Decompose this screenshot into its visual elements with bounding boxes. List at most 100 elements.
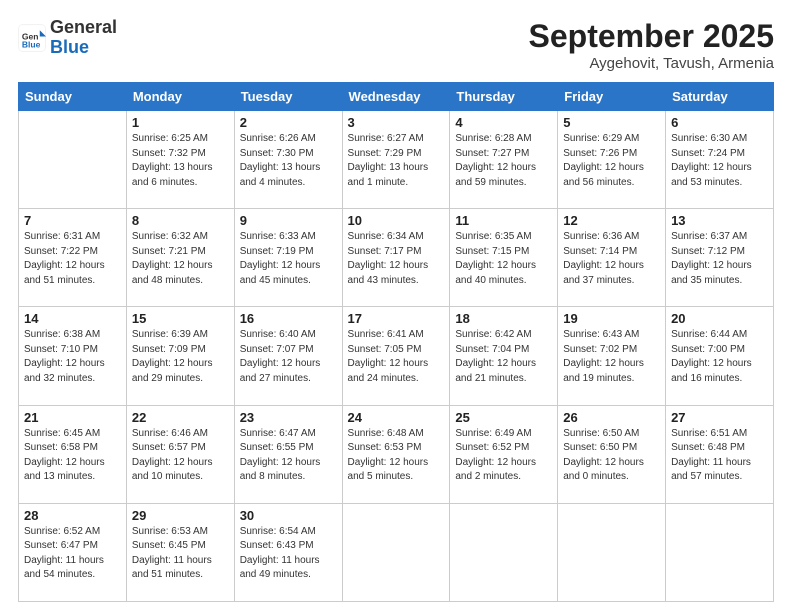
- day-cell: 9 Sunrise: 6:33 AM Sunset: 7:19 PM Daylig…: [234, 209, 342, 307]
- week-row-5: 28 Sunrise: 6:52 AM Sunset: 6:47 PM Dayli…: [19, 503, 774, 601]
- day-info: Sunrise: 6:42 AM Sunset: 7:04 PM Dayligh…: [455, 328, 552, 386]
- day-cell: 17 Sunrise: 6:41 AM Sunset: 7:05 PM Dayli…: [342, 307, 450, 405]
- day-cell: 2 Sunrise: 6:26 AM Sunset: 7:30 PM Daylig…: [234, 111, 342, 209]
- day-cell: [666, 503, 774, 601]
- header-cell-wednesday: Wednesday: [342, 83, 450, 111]
- logo-blue: Blue: [50, 38, 117, 58]
- day-cell: 25 Sunrise: 6:49 AM Sunset: 6:52 PM Dayli…: [450, 405, 558, 503]
- day-number: 3: [348, 115, 445, 130]
- header-cell-saturday: Saturday: [666, 83, 774, 111]
- day-info: Sunrise: 6:33 AM Sunset: 7:19 PM Dayligh…: [240, 230, 337, 288]
- logo-general: General: [50, 18, 117, 38]
- day-cell: 12Sunrise: 6:36 AM Sunset: 7:14 PM Dayli…: [558, 209, 666, 307]
- week-row-1: 1 Sunrise: 6:25 AM Sunset: 7:32 PM Daylig…: [19, 111, 774, 209]
- day-cell: 5 Sunrise: 6:29 AM Sunset: 7:26 PM Daylig…: [558, 111, 666, 209]
- day-info: Sunrise: 6:32 AM Sunset: 7:21 PM Dayligh…: [132, 230, 229, 288]
- day-number: 27: [671, 410, 768, 425]
- day-number: 25: [455, 410, 552, 425]
- day-info: Sunrise: 6:31 AM Sunset: 7:22 PM Dayligh…: [24, 230, 121, 288]
- day-number: 23: [240, 410, 337, 425]
- day-info: Sunrise: 6:40 AM Sunset: 7:07 PM Dayligh…: [240, 328, 337, 386]
- day-info: Sunrise: 6:54 AM Sunset: 6:43 PM Dayligh…: [240, 525, 337, 583]
- day-cell: 4 Sunrise: 6:28 AM Sunset: 7:27 PM Daylig…: [450, 111, 558, 209]
- day-info: Sunrise: 6:52 AM Sunset: 6:47 PM Dayligh…: [24, 525, 121, 583]
- svg-text:Blue: Blue: [22, 39, 41, 49]
- day-number: 28: [24, 508, 121, 523]
- day-cell: 15Sunrise: 6:39 AM Sunset: 7:09 PM Dayli…: [126, 307, 234, 405]
- header-cell-monday: Monday: [126, 83, 234, 111]
- day-cell: 28 Sunrise: 6:52 AM Sunset: 6:47 PM Dayli…: [19, 503, 127, 601]
- day-number: 22: [132, 410, 229, 425]
- day-info: Sunrise: 6:53 AM Sunset: 6:45 PM Dayligh…: [132, 525, 229, 583]
- day-info: Sunrise: 6:47 AM Sunset: 6:55 PM Dayligh…: [240, 427, 337, 485]
- day-info: Sunrise: 6:41 AM Sunset: 7:05 PM Dayligh…: [348, 328, 445, 386]
- day-cell: 16 Sunrise: 6:40 AM Sunset: 7:07 PM Dayli…: [234, 307, 342, 405]
- day-info: Sunrise: 6:25 AM Sunset: 7:32 PM Dayligh…: [132, 132, 229, 190]
- day-info: Sunrise: 6:44 AM Sunset: 7:00 PM Dayligh…: [671, 328, 768, 386]
- day-cell: 20Sunrise: 6:44 AM Sunset: 7:00 PM Dayli…: [666, 307, 774, 405]
- day-cell: [19, 111, 127, 209]
- header-cell-sunday: Sunday: [19, 83, 127, 111]
- day-info: Sunrise: 6:50 AM Sunset: 6:50 PM Dayligh…: [563, 427, 660, 485]
- week-row-4: 21Sunrise: 6:45 AM Sunset: 6:58 PM Dayli…: [19, 405, 774, 503]
- day-cell: 24 Sunrise: 6:48 AM Sunset: 6:53 PM Dayli…: [342, 405, 450, 503]
- day-number: 30: [240, 508, 337, 523]
- day-cell: [558, 503, 666, 601]
- day-number: 9: [240, 213, 337, 228]
- day-cell: 22 Sunrise: 6:46 AM Sunset: 6:57 PM Dayli…: [126, 405, 234, 503]
- logo-icon: Gen Blue: [18, 24, 46, 52]
- day-number: 16: [240, 311, 337, 326]
- header-cell-tuesday: Tuesday: [234, 83, 342, 111]
- calendar-body: 1 Sunrise: 6:25 AM Sunset: 7:32 PM Daylig…: [19, 111, 774, 602]
- day-number: 12: [563, 213, 660, 228]
- day-info: Sunrise: 6:34 AM Sunset: 7:17 PM Dayligh…: [348, 230, 445, 288]
- day-number: 21: [24, 410, 121, 425]
- main-title: September 2025: [529, 18, 774, 55]
- day-number: 24: [348, 410, 445, 425]
- day-info: Sunrise: 6:46 AM Sunset: 6:57 PM Dayligh…: [132, 427, 229, 485]
- day-info: Sunrise: 6:29 AM Sunset: 7:26 PM Dayligh…: [563, 132, 660, 190]
- day-number: 18: [455, 311, 552, 326]
- week-row-2: 7 Sunrise: 6:31 AM Sunset: 7:22 PM Daylig…: [19, 209, 774, 307]
- title-block: September 2025 Aygehovit, Tavush, Armeni…: [529, 18, 774, 72]
- day-cell: 7 Sunrise: 6:31 AM Sunset: 7:22 PM Daylig…: [19, 209, 127, 307]
- day-cell: 11Sunrise: 6:35 AM Sunset: 7:15 PM Dayli…: [450, 209, 558, 307]
- day-cell: 26 Sunrise: 6:50 AM Sunset: 6:50 PM Dayli…: [558, 405, 666, 503]
- day-cell: 29 Sunrise: 6:53 AM Sunset: 6:45 PM Dayli…: [126, 503, 234, 601]
- day-cell: 6 Sunrise: 6:30 AM Sunset: 7:24 PM Daylig…: [666, 111, 774, 209]
- header-cell-thursday: Thursday: [450, 83, 558, 111]
- day-number: 5: [563, 115, 660, 130]
- day-number: 4: [455, 115, 552, 130]
- day-info: Sunrise: 6:49 AM Sunset: 6:52 PM Dayligh…: [455, 427, 552, 485]
- day-info: Sunrise: 6:48 AM Sunset: 6:53 PM Dayligh…: [348, 427, 445, 485]
- day-cell: 21Sunrise: 6:45 AM Sunset: 6:58 PM Dayli…: [19, 405, 127, 503]
- day-info: Sunrise: 6:28 AM Sunset: 7:27 PM Dayligh…: [455, 132, 552, 190]
- header-row: SundayMondayTuesdayWednesdayThursdayFrid…: [19, 83, 774, 111]
- day-cell: 1 Sunrise: 6:25 AM Sunset: 7:32 PM Daylig…: [126, 111, 234, 209]
- day-number: 13: [671, 213, 768, 228]
- day-number: 8: [132, 213, 229, 228]
- day-number: 29: [132, 508, 229, 523]
- day-number: 11: [455, 213, 552, 228]
- calendar-header: SundayMondayTuesdayWednesdayThursdayFrid…: [19, 83, 774, 111]
- day-number: 17: [348, 311, 445, 326]
- day-info: Sunrise: 6:30 AM Sunset: 7:24 PM Dayligh…: [671, 132, 768, 190]
- day-cell: 19Sunrise: 6:43 AM Sunset: 7:02 PM Dayli…: [558, 307, 666, 405]
- day-number: 10: [348, 213, 445, 228]
- header: Gen Blue General Blue September 2025 Ayg…: [18, 18, 774, 72]
- day-number: 2: [240, 115, 337, 130]
- day-number: 14: [24, 311, 121, 326]
- day-info: Sunrise: 6:27 AM Sunset: 7:29 PM Dayligh…: [348, 132, 445, 190]
- day-cell: 10 Sunrise: 6:34 AM Sunset: 7:17 PM Dayli…: [342, 209, 450, 307]
- day-number: 6: [671, 115, 768, 130]
- day-cell: 3 Sunrise: 6:27 AM Sunset: 7:29 PM Daylig…: [342, 111, 450, 209]
- day-cell: 30 Sunrise: 6:54 AM Sunset: 6:43 PM Dayli…: [234, 503, 342, 601]
- day-number: 1: [132, 115, 229, 130]
- day-cell: 14Sunrise: 6:38 AM Sunset: 7:10 PM Dayli…: [19, 307, 127, 405]
- day-info: Sunrise: 6:39 AM Sunset: 7:09 PM Dayligh…: [132, 328, 229, 386]
- day-cell: 8 Sunrise: 6:32 AM Sunset: 7:21 PM Daylig…: [126, 209, 234, 307]
- day-number: 26: [563, 410, 660, 425]
- day-number: 7: [24, 213, 121, 228]
- day-info: Sunrise: 6:37 AM Sunset: 7:12 PM Dayligh…: [671, 230, 768, 288]
- day-info: Sunrise: 6:26 AM Sunset: 7:30 PM Dayligh…: [240, 132, 337, 190]
